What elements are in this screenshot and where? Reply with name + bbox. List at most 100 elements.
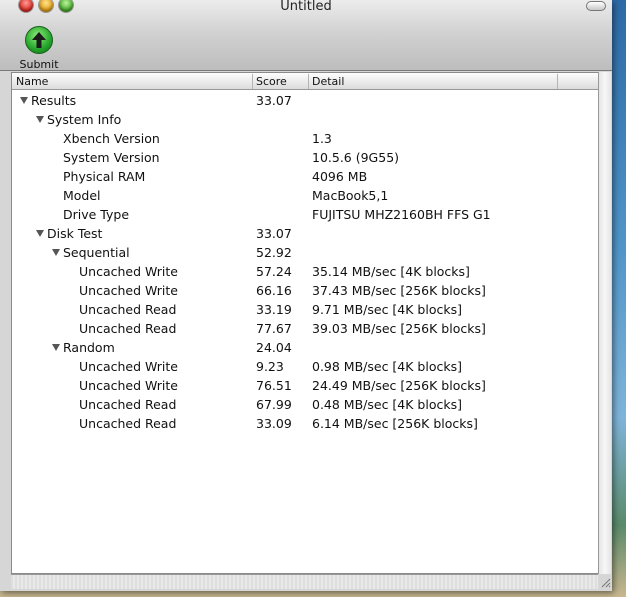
- row-name-cell: Uncached Read: [79, 321, 176, 336]
- row-name-cell: Uncached Read: [79, 302, 176, 317]
- column-header-score[interactable]: Score: [252, 74, 309, 89]
- row-name: Drive Type: [63, 207, 130, 222]
- row-name-cell: Results: [20, 93, 76, 108]
- table-row[interactable]: Uncached Read 33.09 6.14 MB/sec [256K bloc…: [12, 414, 599, 433]
- table-header: Name Score Detail: [12, 73, 599, 90]
- row-name-cell: System Info: [36, 112, 121, 127]
- row-name-cell: Disk Test: [36, 226, 102, 241]
- row-score: 9.23: [256, 359, 284, 374]
- table-row[interactable]: Uncached Read 77.67 39.03 MB/sec [256K blo…: [12, 319, 599, 338]
- row-name-cell: Uncached Write: [79, 359, 178, 374]
- row-score: 33.07: [256, 226, 292, 241]
- table-row[interactable]: Uncached Write 76.51 24.49 MB/sec [256K bl…: [12, 376, 599, 395]
- row-name-cell: Random: [52, 340, 115, 355]
- row-detail: 6.14 MB/sec [256K blocks]: [312, 416, 478, 431]
- row-score: 77.67: [256, 321, 292, 336]
- row-detail: FUJITSU MHZ2160BH FFS G1: [312, 207, 491, 222]
- table-rows: Results 33.07 System Info Xbench Version 1.3…: [12, 91, 599, 433]
- row-score: 24.04: [256, 340, 292, 355]
- row-name-cell: Model: [63, 188, 101, 203]
- row-name: Physical RAM: [63, 169, 146, 184]
- row-score: 57.24: [256, 264, 292, 279]
- row-name-cell: System Version: [63, 150, 160, 165]
- row-score: 76.51: [256, 378, 292, 393]
- row-name: Disk Test: [47, 226, 103, 241]
- table-row[interactable]: Xbench Version 1.3: [12, 129, 599, 148]
- row-name-cell: Drive Type: [63, 207, 129, 222]
- table-row[interactable]: Model MacBook5,1: [12, 186, 599, 205]
- row-name: Random: [63, 340, 115, 355]
- row-score: 52.92: [256, 245, 292, 260]
- table-row[interactable]: Drive Type FUJITSU MHZ2160BH FFS G1: [12, 205, 599, 224]
- table-row[interactable]: System Info: [12, 110, 599, 129]
- row-detail: 35.14 MB/sec [4K blocks]: [312, 264, 470, 279]
- row-score: 33.09: [256, 416, 292, 431]
- row-name: Results: [31, 93, 77, 108]
- row-name-cell: Uncached Write: [79, 283, 178, 298]
- row-detail: 4096 MB: [312, 169, 368, 184]
- row-score: 67.99: [256, 397, 292, 412]
- row-name: Uncached Read: [79, 302, 177, 317]
- table-row[interactable]: Uncached Write 9.23 0.98 MB/sec [4K blocks…: [12, 357, 599, 376]
- row-name-cell: Uncached Read: [79, 397, 176, 412]
- row-name-cell: Uncached Read: [79, 416, 176, 431]
- disclosure-triangle-icon[interactable]: [52, 249, 60, 256]
- app-window: Untitled Submit Name Score Detail Result…: [0, 0, 612, 591]
- table-row[interactable]: Uncached Write 57.24 35.14 MB/sec [4K bloc…: [12, 262, 599, 281]
- row-detail: 1.3: [312, 131, 332, 146]
- row-name: System Version: [63, 150, 160, 165]
- row-name: Uncached Write: [79, 359, 178, 374]
- toolbar-toggle-button[interactable]: [586, 1, 606, 11]
- row-score: 33.19: [256, 302, 292, 317]
- row-name: Uncached Read: [79, 416, 177, 431]
- row-detail: 9.71 MB/sec [4K blocks]: [312, 302, 462, 317]
- submit-button[interactable]: Submit: [18, 26, 60, 71]
- row-detail: MacBook5,1: [312, 188, 389, 203]
- row-detail: 24.49 MB/sec [256K blocks]: [312, 378, 486, 393]
- disclosure-triangle-icon[interactable]: [36, 230, 44, 237]
- submit-label: Submit: [19, 58, 59, 71]
- row-score: 33.07: [256, 93, 292, 108]
- row-detail: 37.43 MB/sec [256K blocks]: [312, 283, 486, 298]
- row-name: Uncached Read: [79, 397, 177, 412]
- table-row[interactable]: Physical RAM 4096 MB: [12, 167, 599, 186]
- row-name: Sequential: [63, 245, 130, 260]
- row-name: Uncached Read: [79, 321, 177, 336]
- disclosure-triangle-icon[interactable]: [20, 97, 28, 104]
- row-detail: 0.48 MB/sec [4K blocks]: [312, 397, 462, 412]
- table-row[interactable]: Uncached Write 66.16 37.43 MB/sec [256K bl…: [12, 281, 599, 300]
- column-header-detail[interactable]: Detail: [308, 74, 558, 89]
- row-name-cell: Uncached Write: [79, 378, 178, 393]
- table-row[interactable]: Random 24.04: [12, 338, 599, 357]
- row-name: Xbench Version: [63, 131, 160, 146]
- row-name-cell: Physical RAM: [63, 169, 145, 184]
- row-name: Uncached Write: [79, 264, 178, 279]
- results-outline-view[interactable]: Name Score Detail Results 33.07 System Inf…: [11, 72, 600, 574]
- row-name-cell: Uncached Write: [79, 264, 178, 279]
- horizontal-scrollbar[interactable]: [11, 574, 598, 589]
- row-detail: 0.98 MB/sec [4K blocks]: [312, 359, 462, 374]
- row-score: 66.16: [256, 283, 292, 298]
- disclosure-triangle-icon[interactable]: [52, 344, 60, 351]
- vertical-scrollbar[interactable]: [598, 72, 611, 574]
- row-name: System Info: [47, 112, 122, 127]
- row-name: Uncached Write: [79, 378, 178, 393]
- table-row[interactable]: Disk Test 33.07: [12, 224, 599, 243]
- row-detail: 10.5.6 (9G55): [312, 150, 400, 165]
- row-name-cell: Sequential: [52, 245, 130, 260]
- table-row[interactable]: Uncached Read 67.99 0.48 MB/sec [4K blocks…: [12, 395, 599, 414]
- row-name: Uncached Write: [79, 283, 178, 298]
- column-header-name[interactable]: Name: [12, 74, 253, 89]
- table-row[interactable]: Sequential 52.92: [12, 243, 599, 262]
- window-title: Untitled: [280, 0, 332, 14]
- row-detail: 39.03 MB/sec [256K blocks]: [312, 321, 486, 336]
- row-name: Model: [63, 188, 101, 203]
- row-name-cell: Xbench Version: [63, 131, 160, 146]
- upload-arrow-icon: [25, 26, 53, 54]
- table-row[interactable]: Results 33.07: [12, 91, 599, 110]
- resize-grip-icon[interactable]: [599, 576, 611, 589]
- disclosure-triangle-icon[interactable]: [36, 116, 44, 123]
- title-bar: Untitled Submit: [0, 0, 612, 71]
- table-row[interactable]: System Version 10.5.6 (9G55): [12, 148, 599, 167]
- table-row[interactable]: Uncached Read 33.19 9.71 MB/sec [4K blocks…: [12, 300, 599, 319]
